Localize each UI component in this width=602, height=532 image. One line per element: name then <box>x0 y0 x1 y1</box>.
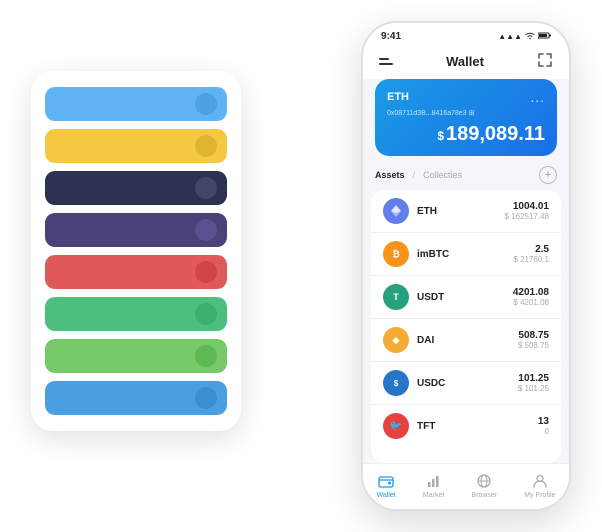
asset-list: ETH 1004.01 $ 162517.48 ₿ imBTC 2.5 $ 21… <box>371 190 561 463</box>
eth-address: 0x08711d3B...8416a78e3 ⊞ <box>387 109 545 117</box>
nav-label-market: Market <box>423 492 444 499</box>
asset-usd-usdc: $ 101.25 <box>518 384 549 393</box>
wallet-nav-icon <box>377 472 395 490</box>
asset-amount-usdc: 101.25 <box>518 373 549 384</box>
list-item[interactable]: $ USDC 101.25 $ 101.25 <box>371 362 561 405</box>
asset-usd-usdt: $ 4201.08 <box>513 298 549 307</box>
asset-amount-tft: 13 <box>538 416 549 427</box>
nav-label-profile: My Profile <box>524 492 555 499</box>
bg-card-dot-5 <box>195 261 217 283</box>
nav-header: Wallet <box>363 46 569 79</box>
bg-card-dot-4 <box>195 219 217 241</box>
nav-item-wallet[interactable]: Wallet <box>377 472 396 499</box>
bg-card-dot-8 <box>195 387 217 409</box>
list-item[interactable]: 🐦 TFT 13 0 <box>371 405 561 447</box>
asset-values-imbtc: 2.5 $ 21760.1 <box>513 244 549 264</box>
assets-tabs: Assets / Collecties <box>375 170 462 180</box>
assets-header: Assets / Collecties + <box>363 166 569 190</box>
bg-card-row-8 <box>45 381 227 415</box>
wifi-icon <box>525 32 535 42</box>
status-time: 9:41 <box>381 31 401 42</box>
asset-amount-imbtc: 2.5 <box>513 244 549 255</box>
profile-nav-icon <box>531 472 549 490</box>
balance-amount: 189,089.11 <box>446 123 545 145</box>
asset-values-tft: 13 0 <box>538 416 549 436</box>
usdt-icon: T <box>383 284 409 310</box>
bg-card-dot-2 <box>195 135 217 157</box>
browser-nav-icon <box>475 472 493 490</box>
phone-frame: 9:41 ▲▲▲ Wallet <box>361 21 571 511</box>
bg-card-dot-1 <box>195 93 217 115</box>
menu-line-1 <box>379 58 389 60</box>
bg-card-row-3 <box>45 171 227 205</box>
tab-assets[interactable]: Assets <box>375 170 405 180</box>
asset-amount-usdt: 4201.08 <box>513 287 549 298</box>
tab-collecties[interactable]: Collecties <box>423 170 462 180</box>
asset-amount-dai: 508.75 <box>518 330 549 341</box>
tab-divider: / <box>413 170 416 180</box>
eth-card[interactable]: ETH ... 0x08711d3B...8416a78e3 ⊞ $189,08… <box>375 79 557 156</box>
asset-amount-eth: 1004.01 <box>505 201 550 212</box>
bg-card-dot-7 <box>195 345 217 367</box>
bg-card-row-5 <box>45 255 227 289</box>
bg-card-dot-3 <box>195 177 217 199</box>
eth-card-menu[interactable]: ... <box>530 89 545 105</box>
usdc-icon: $ <box>383 370 409 396</box>
asset-name-usdt: USDT <box>417 292 513 303</box>
expand-icon[interactable] <box>537 52 553 71</box>
add-asset-button[interactable]: + <box>539 166 557 184</box>
bg-card-panel <box>31 71 241 431</box>
eth-balance: $189,089.11 <box>387 123 545 146</box>
bottom-nav: Wallet Market <box>363 463 569 509</box>
menu-line-2 <box>379 63 393 65</box>
status-icons: ▲▲▲ <box>498 32 551 42</box>
bg-card-row-4 <box>45 213 227 247</box>
asset-name-tft: TFT <box>417 421 538 432</box>
list-item[interactable]: ₿ imBTC 2.5 $ 21760.1 <box>371 233 561 276</box>
asset-values-usdc: 101.25 $ 101.25 <box>518 373 549 393</box>
asset-usd-imbtc: $ 21760.1 <box>513 255 549 264</box>
list-item[interactable]: ETH 1004.01 $ 162517.48 <box>371 190 561 233</box>
balance-currency: $ <box>437 129 444 143</box>
bg-card-row-7 <box>45 339 227 373</box>
asset-name-dai: DAI <box>417 335 518 346</box>
list-item[interactable]: T USDT 4201.08 $ 4201.08 <box>371 276 561 319</box>
nav-label-wallet: Wallet <box>377 492 396 499</box>
asset-name-eth: ETH <box>417 206 505 217</box>
asset-usd-eth: $ 162517.48 <box>505 212 550 221</box>
page-title: Wallet <box>446 54 484 69</box>
phone-content: ETH ... 0x08711d3B...8416a78e3 ⊞ $189,08… <box>363 79 569 463</box>
imbtc-icon: ₿ <box>383 241 409 267</box>
bg-card-row-1 <box>45 87 227 121</box>
list-item[interactable]: ◈ DAI 508.75 $ 508.75 <box>371 319 561 362</box>
bg-card-row-2 <box>45 129 227 163</box>
status-bar: 9:41 ▲▲▲ <box>363 23 569 46</box>
battery-icon <box>538 32 551 41</box>
nav-item-browser[interactable]: Browser <box>471 472 497 499</box>
eth-icon <box>383 198 409 224</box>
asset-usd-dai: $ 508.75 <box>518 341 549 350</box>
scene: 9:41 ▲▲▲ Wallet <box>11 11 591 521</box>
nav-item-profile[interactable]: My Profile <box>524 472 555 499</box>
bg-card-dot-6 <box>195 303 217 325</box>
asset-values-dai: 508.75 $ 508.75 <box>518 330 549 350</box>
nav-label-browser: Browser <box>471 492 497 499</box>
nav-item-market[interactable]: Market <box>423 472 444 499</box>
asset-name-usdc: USDC <box>417 378 518 389</box>
tft-icon: 🐦 <box>383 413 409 439</box>
market-nav-icon <box>425 472 443 490</box>
dai-icon: ◈ <box>383 327 409 353</box>
signal-icon: ▲▲▲ <box>498 32 522 41</box>
asset-name-imbtc: imBTC <box>417 249 513 260</box>
menu-icon[interactable] <box>379 58 393 65</box>
asset-usd-tft: 0 <box>538 427 549 436</box>
eth-card-header: ETH ... <box>387 89 545 105</box>
asset-values-usdt: 4201.08 $ 4201.08 <box>513 287 549 307</box>
bg-card-row-6 <box>45 297 227 331</box>
eth-card-label: ETH <box>387 91 409 103</box>
asset-values-eth: 1004.01 $ 162517.48 <box>505 201 550 221</box>
